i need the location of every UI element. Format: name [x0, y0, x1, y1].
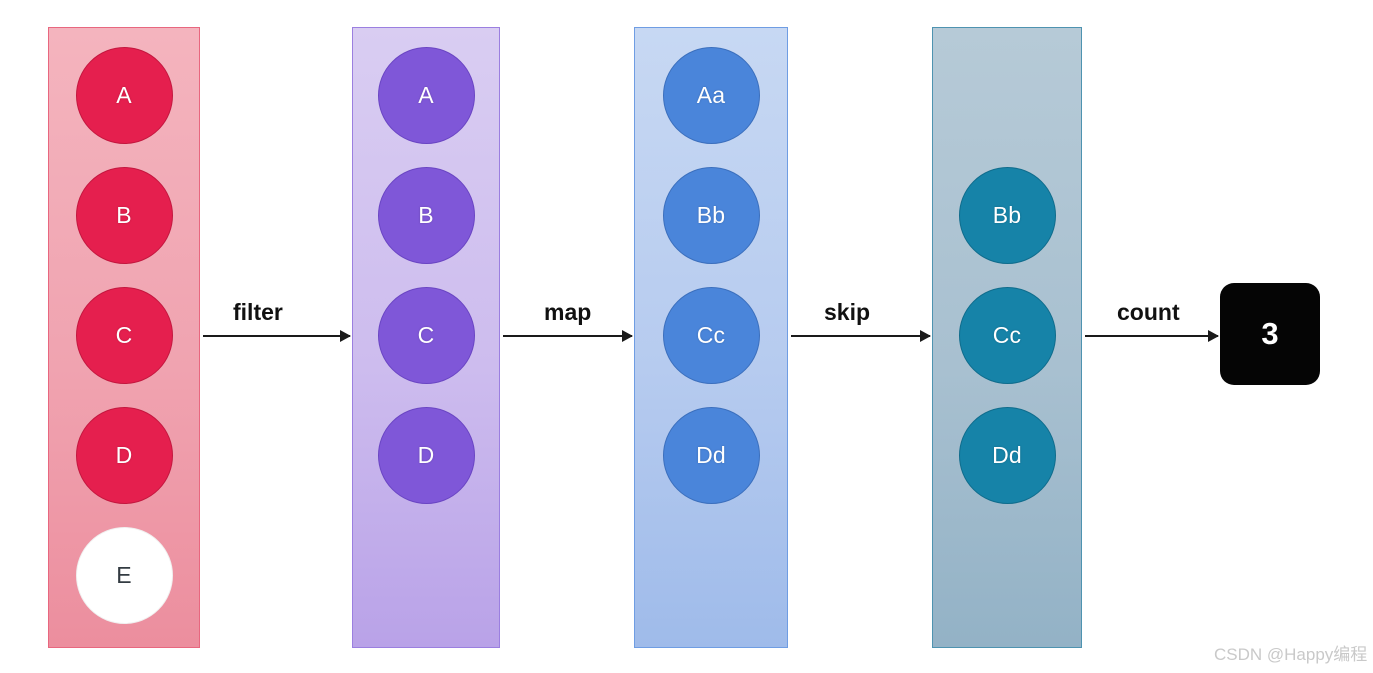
- node-filtered-2: C: [377, 286, 475, 384]
- node-label: Dd: [696, 441, 726, 468]
- node-label: A: [418, 81, 434, 108]
- node-label: Aa: [696, 81, 726, 108]
- node-label: Bb: [696, 201, 726, 228]
- node-label: B: [116, 201, 132, 228]
- count-result-box: 3: [1220, 283, 1320, 385]
- node-label: B: [418, 201, 434, 228]
- diagram-canvas: A B C D E A B C D Aa Bb Cc Dd Bb Cc Dd filter map skip cou…: [0, 0, 1373, 673]
- node-label: E: [116, 561, 132, 588]
- node-skipped-2: Dd: [958, 406, 1056, 504]
- node-filtered-1: B: [377, 166, 475, 264]
- node-mapped-3: Dd: [662, 406, 760, 504]
- arrow-label-skip: skip: [824, 299, 871, 325]
- node-label: Dd: [992, 441, 1022, 468]
- arrow-count: [1085, 335, 1218, 337]
- node-label: C: [115, 321, 133, 348]
- arrow-label-count: count: [1117, 299, 1180, 325]
- node-source-4: E: [75, 526, 173, 624]
- count-result-value: 3: [1261, 316, 1279, 351]
- node-filtered-3: D: [377, 406, 475, 504]
- arrow-skip: [791, 335, 930, 337]
- node-label: D: [417, 441, 435, 468]
- node-label: Cc: [992, 321, 1022, 348]
- arrow-label-map: map: [544, 299, 592, 325]
- arrow-filter: [203, 335, 350, 337]
- arrow-map: [503, 335, 632, 337]
- node-mapped-2: Cc: [662, 286, 760, 384]
- node-mapped-1: Bb: [662, 166, 760, 264]
- node-label: Cc: [696, 321, 726, 348]
- node-source-3: D: [75, 406, 173, 504]
- node-label: C: [417, 321, 435, 348]
- node-source-1: B: [75, 166, 173, 264]
- arrow-label-filter: filter: [233, 299, 283, 325]
- node-source-2: C: [75, 286, 173, 384]
- watermark-text: CSDN @Happy编程: [1214, 645, 1368, 664]
- node-mapped-0: Aa: [662, 46, 760, 144]
- node-filtered-0: A: [377, 46, 475, 144]
- node-skipped-1: Cc: [958, 286, 1056, 384]
- node-label: A: [116, 81, 132, 108]
- node-label: D: [115, 441, 133, 468]
- node-label: Bb: [992, 201, 1022, 228]
- node-skipped-0: Bb: [958, 166, 1056, 264]
- node-source-0: A: [75, 46, 173, 144]
